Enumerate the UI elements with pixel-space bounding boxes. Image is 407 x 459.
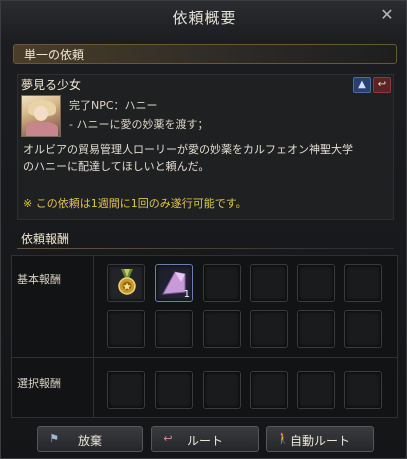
reward-slot-empty [107,310,145,348]
quest-type-label: 単一の依頼 [24,48,85,62]
rewards-vertical-divider [93,255,94,418]
window-title: 依頼概要 [172,9,237,27]
reward-count: 1 [183,289,190,300]
rewards-header: 依頼報酬 [21,232,70,246]
select-reward-label: 選択報酬 [17,377,61,390]
select-reward-slot-empty [344,371,382,409]
rewards-horizontal-divider [11,357,398,358]
reward-slot-medal[interactable] [107,264,145,302]
reward-slot-empty [297,264,335,302]
reward-slot-empty [203,264,241,302]
select-reward-slot-empty [297,371,335,409]
basic-reward-label: 基本報酬 [17,273,61,286]
weekly-limit-note: ※ この依頼は1週間に1回のみ遂行可能です。 [23,197,247,210]
close-icon[interactable]: ✕ [378,6,396,24]
reward-slot-empty [344,264,382,302]
auto-route-label: 自動ルート [289,434,350,448]
select-reward-slot-empty [155,371,193,409]
reward-slot-empty [250,310,288,348]
select-reward-slot-empty [107,371,145,409]
description-line-1: オルビアの貿易管理人ローリーが愛の妙薬をカルフェオン神聖大学 [23,143,353,156]
reward-slot-empty [155,310,193,348]
medal-icon [118,269,136,295]
quest-objective: - ハニーに愛の妙薬を渡す； [69,118,209,131]
reward-slot-empty [203,310,241,348]
description-line-2: のハニーに配達してほしいと頼んだ。 [23,160,210,173]
complete-npc: 完了NPC：ハニー [69,99,158,112]
route-button[interactable]: ↩ ルート [151,426,259,452]
reward-slot-empty [344,310,382,348]
quest-summary-window: 依頼概要 ✕ 単一の依頼 夢見る少女 ▲ ↩ 完了NPC：ハニー - ハニーに愛… [0,0,407,459]
select-reward-slot-empty [250,371,288,409]
reward-slot-scroll[interactable]: 1 [155,264,193,302]
quest-type-bar: 単一の依頼 [13,44,397,64]
rewards-divider [17,248,394,249]
quest-description: オルビアの貿易管理人ローリーが愛の妙薬をカルフェオン神聖大学 のハニーに配達して… [23,141,388,175]
auto-route-button[interactable]: 🚶 自動ルート [266,426,374,452]
quest-name: 夢見る少女 [21,78,82,92]
reward-slot-empty [297,310,335,348]
give-up-button[interactable]: ⚑ 放棄 [37,426,143,452]
route-label: ルート [186,434,223,448]
reward-slot-empty [250,264,288,302]
npc-portrait [21,95,61,137]
select-reward-slot-empty [203,371,241,409]
give-up-label: 放棄 [77,434,102,448]
hook-icon[interactable]: ↩ [373,77,391,93]
navigate-up-icon[interactable]: ▲ [353,77,371,93]
